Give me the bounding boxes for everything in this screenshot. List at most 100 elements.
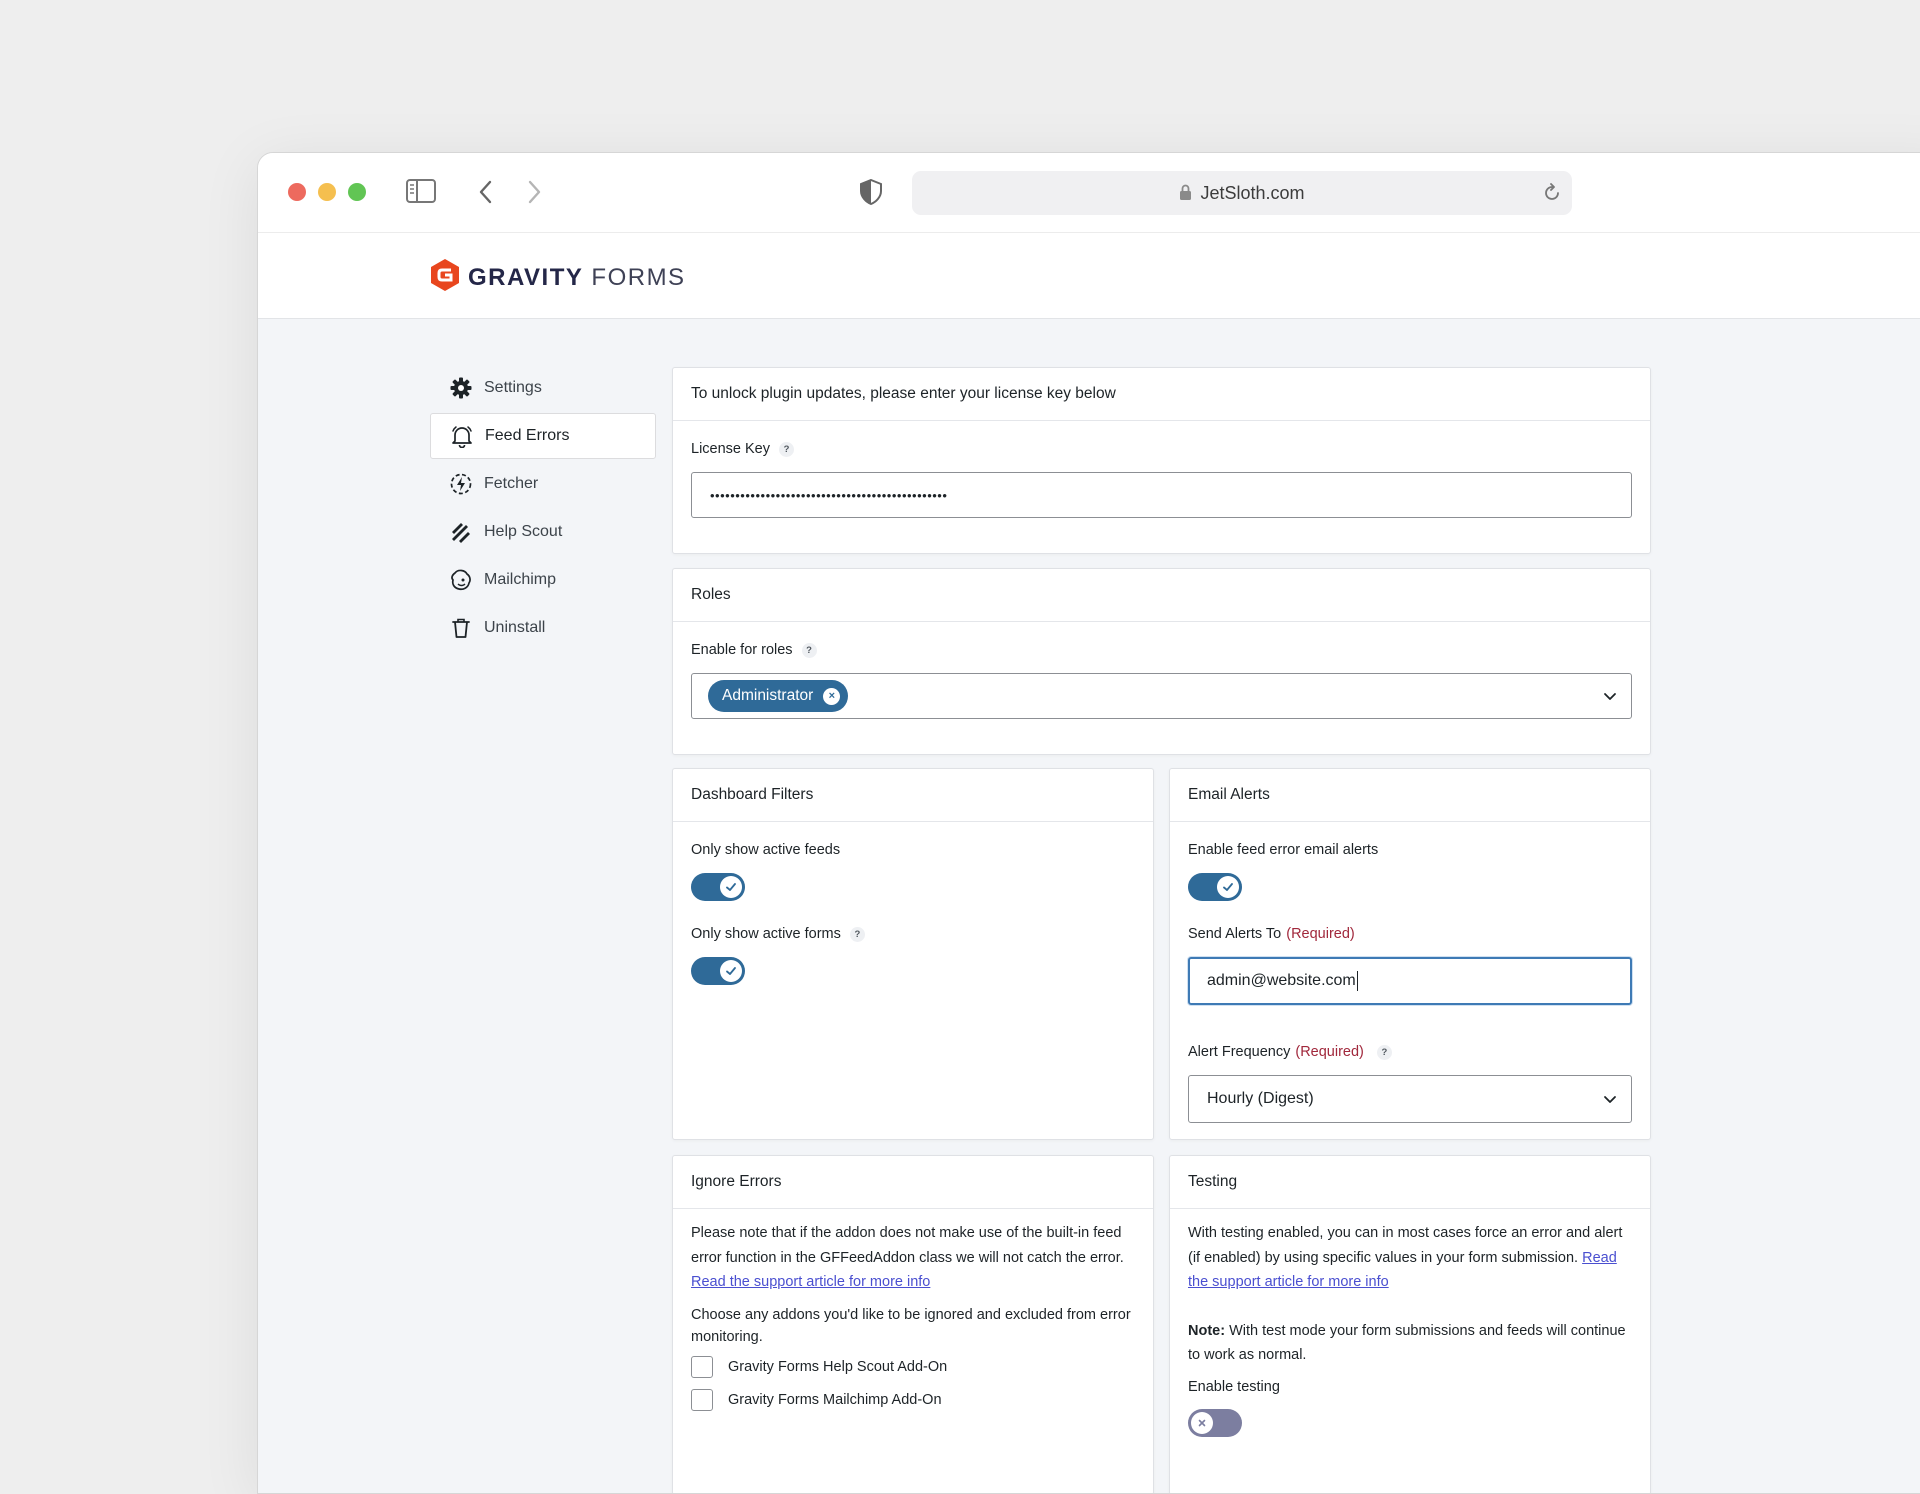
- active-feeds-label: Only show active feeds: [691, 842, 841, 858]
- helpscout-icon: [448, 519, 474, 545]
- note-text: With test mode your form submissions and…: [1188, 1322, 1626, 1364]
- dashboard-filters-card: Dashboard Filters Only show active feeds…: [672, 768, 1154, 1140]
- note-label: Note:: [1188, 1322, 1226, 1339]
- roles-card: Roles Enable for roles ? Administrator ×: [672, 568, 1651, 755]
- ignore-errors-card: Ignore Errors Please note that if the ad…: [672, 1155, 1154, 1493]
- alert-frequency-value: Hourly (Digest): [1207, 1090, 1314, 1107]
- email-alerts-toggle[interactable]: [1188, 873, 1242, 901]
- testing-description: With testing enabled, you can in most ca…: [1188, 1221, 1632, 1295]
- license-key-label: License Key ?: [691, 439, 1632, 459]
- ignore-errors-instructions: Choose any addons you'd like to be ignor…: [691, 1306, 1131, 1345]
- ignore-errors-text: Please note that if the addon does not m…: [691, 1225, 1124, 1266]
- chevron-down-icon[interactable]: [1603, 689, 1617, 708]
- active-forms-label: Only show active forms ?: [691, 924, 1135, 944]
- send-alerts-to-label: Send Alerts To (Required): [1188, 924, 1632, 944]
- app-header: GRAVITY FORMS: [258, 233, 1920, 319]
- sidebar-item-mailchimp[interactable]: Mailchimp: [430, 557, 656, 603]
- active-forms-label-text: Only show active forms: [691, 926, 841, 942]
- enable-testing-label: Enable testing: [1188, 1378, 1280, 1395]
- zoom-window-button[interactable]: [348, 183, 366, 201]
- alert-frequency-label-text: Alert Frequency: [1188, 1044, 1291, 1060]
- addon-option-help-scout[interactable]: Gravity Forms Help Scout Add-On: [691, 1351, 1135, 1384]
- sidebar-item-uninstall[interactable]: Uninstall: [430, 605, 656, 651]
- roles-multiselect[interactable]: Administrator ×: [691, 673, 1632, 719]
- active-forms-toggle[interactable]: [691, 957, 745, 985]
- sidebar-item-label: Mailchimp: [484, 571, 557, 588]
- enable-testing-toggle[interactable]: [1188, 1408, 1242, 1437]
- sidebar-item-label: Fetcher: [484, 475, 539, 492]
- sidebar-item-label: Settings: [484, 379, 542, 396]
- email-alerts-card: Email Alerts Enable feed error email ale…: [1169, 768, 1651, 1140]
- ignore-errors-description: Please note that if the addon does not m…: [691, 1221, 1135, 1295]
- sidebar-item-label: Uninstall: [484, 619, 546, 636]
- help-icon[interactable]: ?: [849, 926, 865, 942]
- alert-frequency-label: Alert Frequency (Required) ?: [1188, 1042, 1632, 1062]
- close-window-button[interactable]: [288, 183, 306, 201]
- active-feeds-toggle[interactable]: [691, 873, 745, 901]
- alert-frequency-select[interactable]: Hourly (Digest): [1188, 1075, 1632, 1123]
- address-bar[interactable]: JetSloth.com: [912, 171, 1572, 215]
- testing-text: With testing enabled, you can in most ca…: [1188, 1225, 1623, 1266]
- back-icon[interactable]: [478, 180, 494, 209]
- addon-option-mailchimp[interactable]: Gravity Forms Mailchimp Add-On: [691, 1384, 1135, 1417]
- privacy-shield-icon[interactable]: [860, 178, 882, 210]
- remove-chip-icon[interactable]: ×: [823, 687, 841, 705]
- fetch-icon: [448, 471, 474, 497]
- sidebar-item-feed-errors[interactable]: Feed Errors: [430, 413, 656, 459]
- enable-roles-label-text: Enable for roles: [691, 642, 793, 658]
- sidebar-toggle-icon[interactable]: [406, 179, 436, 208]
- license-key-input[interactable]: ••••••••••••••••••••••••••••••••••••••••…: [691, 472, 1632, 518]
- addon-checkbox[interactable]: [691, 1389, 713, 1411]
- send-alerts-to-input[interactable]: admin@website.com: [1188, 957, 1632, 1005]
- gravity-logo-icon: [430, 258, 460, 297]
- help-icon[interactable]: ?: [1376, 1044, 1392, 1060]
- reload-icon[interactable]: [1542, 183, 1562, 208]
- email-alerts-heading: Email Alerts: [1170, 769, 1650, 822]
- sidebar-item-help-scout[interactable]: Help Scout: [430, 509, 656, 555]
- addon-label: Gravity Forms Mailchimp Add-On: [728, 1392, 942, 1408]
- settings-sidebar: Settings Feed Errors Fetcher Help Scout …: [430, 365, 656, 653]
- license-card-heading: To unlock plugin updates, please enter y…: [673, 368, 1650, 421]
- brand-forms: FORMS: [591, 263, 686, 291]
- url-label: JetSloth.com: [1200, 183, 1305, 203]
- brand-gravity: GRAVITY: [468, 263, 584, 291]
- gear-icon: [448, 375, 474, 401]
- check-icon: [1217, 876, 1239, 898]
- gravity-forms-logo[interactable]: GRAVITY FORMS: [430, 258, 686, 297]
- check-icon: [720, 876, 742, 898]
- sidebar-item-label: Help Scout: [484, 523, 563, 540]
- testing-card: Testing With testing enabled, you can in…: [1169, 1155, 1651, 1493]
- text-caret: [1356, 971, 1358, 991]
- dashboard-filters-heading: Dashboard Filters: [673, 769, 1153, 822]
- enable-roles-label: Enable for roles ?: [691, 640, 1632, 660]
- sidebar-item-label: Feed Errors: [485, 427, 570, 444]
- browser-toolbar: JetSloth.com: [258, 153, 1920, 233]
- license-card: To unlock plugin updates, please enter y…: [672, 367, 1651, 554]
- addon-checkbox[interactable]: [691, 1356, 713, 1378]
- license-key-label-text: License Key: [691, 441, 770, 457]
- help-icon[interactable]: ?: [801, 642, 817, 658]
- testing-heading: Testing: [1170, 1156, 1650, 1209]
- browser-window: JetSloth.com GRAVITY FORMS Settings Feed…: [257, 152, 1920, 1494]
- send-alerts-to-label-text: Send Alerts To: [1188, 926, 1282, 942]
- help-icon[interactable]: ?: [779, 441, 794, 457]
- role-chip-administrator[interactable]: Administrator ×: [708, 680, 849, 712]
- forward-icon[interactable]: [526, 180, 542, 209]
- url-text[interactable]: JetSloth.com: [912, 171, 1572, 215]
- license-key-value: ••••••••••••••••••••••••••••••••••••••••…: [710, 487, 948, 503]
- chevron-down-icon[interactable]: [1603, 1092, 1617, 1111]
- required-marker: (Required): [1295, 1044, 1364, 1060]
- sidebar-item-fetcher[interactable]: Fetcher: [430, 461, 656, 507]
- close-icon: [1191, 1411, 1213, 1434]
- trash-icon: [448, 615, 474, 641]
- testing-note: Note: With test mode your form submissio…: [1188, 1319, 1632, 1368]
- enable-email-alerts-label: Enable feed error email alerts: [1188, 842, 1379, 858]
- roles-card-heading: Roles: [673, 569, 1650, 622]
- mailchimp-icon: [448, 567, 474, 593]
- required-marker: (Required): [1286, 926, 1355, 942]
- minimize-window-button[interactable]: [318, 183, 336, 201]
- sidebar-item-settings[interactable]: Settings: [430, 365, 656, 411]
- ignore-errors-heading: Ignore Errors: [673, 1156, 1153, 1209]
- check-icon: [720, 960, 742, 982]
- ignore-errors-support-link[interactable]: Read the support article for more info: [691, 1274, 930, 1290]
